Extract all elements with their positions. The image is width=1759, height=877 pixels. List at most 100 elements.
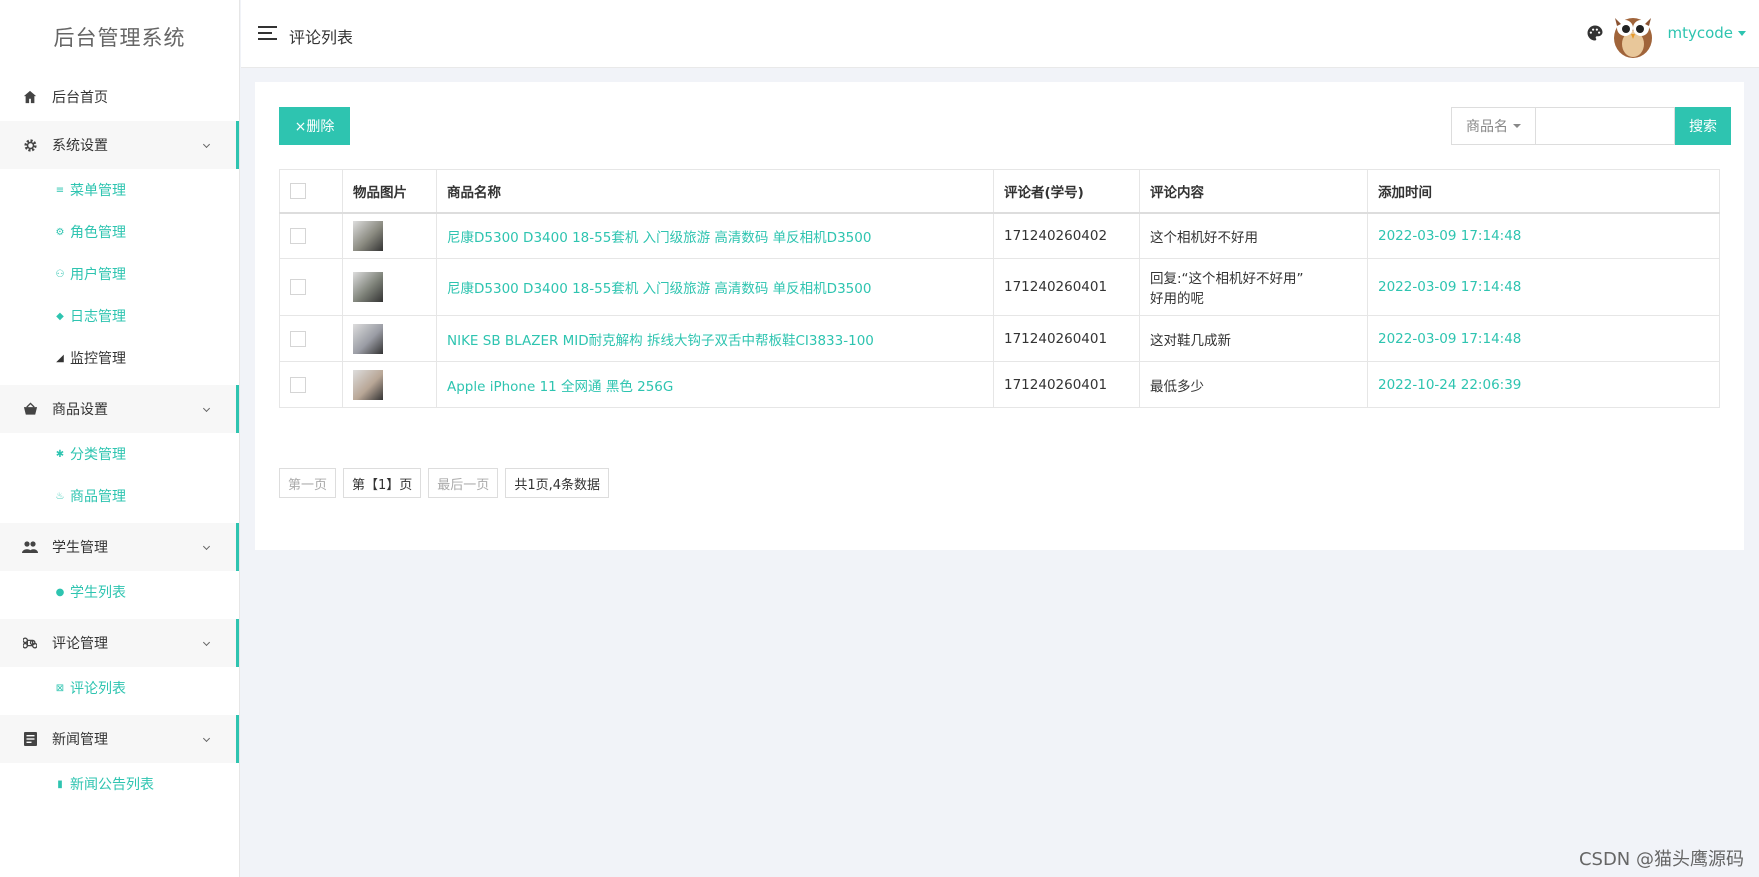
delete-button[interactable]: ×删除 (279, 107, 350, 145)
chevron-down-icon (1738, 30, 1746, 36)
row-name-cell: Apple iPhone 11 全网通 黑色 256G (436, 361, 994, 408)
select-all-checkbox[interactable] (290, 182, 306, 199)
header-content: 评论内容 (1139, 169, 1368, 213)
row-image-cell (342, 212, 437, 259)
last-page-button[interactable]: 最后一页 (428, 468, 499, 498)
row-checkbox[interactable] (290, 330, 306, 347)
sidebar: 后台管理系统 后台首页系统设置 ≡ 菜单管理 ⚙ 角色管理 ⚇ 用户管理 ◆ 日志管理 ◢ 监控管理… (0, 0, 240, 877)
sidebar-group[interactable]: 新闻管理 (0, 715, 239, 763)
row-content-cell: 这对鞋几成新 (1139, 315, 1368, 362)
row-select-cell (279, 361, 343, 408)
chevron-down-icon (202, 140, 211, 149)
student-icon: ● (55, 586, 65, 598)
header-name: 商品名称 (436, 169, 994, 213)
row-time-cell: 2022-03-09 17:14:48 (1367, 315, 1720, 362)
row-name-cell: NIKE SB BLAZER MID耐克解构 拆线大钩子双舌中帮板鞋CI3833… (436, 315, 994, 362)
row-checkbox[interactable] (290, 376, 306, 393)
sidebar-subitem[interactable]: ● 学生列表 (0, 571, 239, 613)
active-indicator (236, 619, 239, 667)
sidebar-item-label: 商品设置 (52, 402, 108, 418)
sidebar-item-label: 学生列表 (70, 585, 126, 601)
row-select-cell (279, 258, 343, 316)
row-content-cell: 这个相机好不好用 (1139, 212, 1368, 259)
active-indicator (236, 385, 239, 433)
row-commenter-cell: 171240260401 (993, 315, 1140, 362)
sidebar-item[interactable]: 后台首页 (0, 73, 239, 121)
sidebar-subitem[interactable]: ▮ 新闻公告列表 (0, 763, 239, 805)
product-name-link[interactable]: NIKE SB BLAZER MID耐克解构 拆线大钩子双舌中帮板鞋CI3833… (447, 333, 874, 349)
sidebar-subitem[interactable]: ⊠ 评论列表 (0, 667, 239, 709)
list-icon: ≡ (55, 184, 65, 196)
comment-text-line2: 好用的呢 (1150, 291, 1204, 307)
topbar: 评论列表 mtycode (241, 0, 1759, 68)
sidebar-subitem[interactable]: ◆ 日志管理 (0, 295, 239, 337)
sidebar-subitem[interactable]: ⚇ 用户管理 (0, 253, 239, 295)
sidebar-item-label: 学生管理 (52, 540, 108, 556)
page-title: 评论列表 (289, 28, 354, 47)
sidebar-group[interactable]: 评论管理 (0, 619, 239, 667)
comment-list-icon: ⊠ (55, 682, 65, 694)
search-input[interactable] (1535, 107, 1675, 145)
row-image-cell (342, 258, 437, 316)
product-thumbnail[interactable] (353, 272, 383, 302)
active-indicator (236, 715, 239, 763)
sidebar-item-label: 监控管理 (70, 351, 126, 367)
row-checkbox[interactable] (290, 227, 306, 244)
search-button[interactable]: 搜索 (1675, 107, 1731, 145)
sidebar-subitem[interactable]: ♨ 商品管理 (0, 475, 239, 517)
chevron-down-icon (202, 734, 211, 743)
comment-text: 这对鞋几成新 (1150, 332, 1231, 349)
row-name-cell: 尼康D5300 D3400 18-55套机 入门级旅游 高清数码 单反相机D35… (436, 258, 994, 316)
sidebar-item-label: 菜单管理 (70, 183, 126, 199)
chevron-down-icon (202, 638, 211, 647)
product-name-link[interactable]: 尼康D5300 D3400 18-55套机 入门级旅游 高清数码 单反相机D35… (447, 281, 871, 297)
asterisk-icon: ✱ (55, 448, 65, 460)
chevron-down-icon (1513, 124, 1521, 128)
search-field-label: 商品名 (1466, 119, 1508, 135)
sidebar-item-label: 角色管理 (70, 225, 126, 241)
row-commenter-cell: 171240260402 (993, 212, 1140, 259)
row-commenter-cell: 171240260401 (993, 361, 1140, 408)
comment-text: 这个相机好不好用 (1150, 229, 1258, 246)
row-name-cell: 尼康D5300 D3400 18-55套机 入门级旅游 高清数码 单反相机D35… (436, 212, 994, 259)
username-label: mtycode (1667, 24, 1733, 42)
sidebar-subitem[interactable]: ✱ 分类管理 (0, 433, 239, 475)
search-field-select[interactable]: 商品名 (1451, 107, 1535, 145)
avatar[interactable] (1607, 8, 1659, 60)
product-name-link[interactable]: 尼康D5300 D3400 18-55套机 入门级旅游 高清数码 单反相机D35… (447, 230, 871, 246)
palette-icon[interactable] (1586, 24, 1604, 42)
sidebar-subitem[interactable]: ◢ 监控管理 (0, 337, 239, 379)
sidebar-subitem[interactable]: ≡ 菜单管理 (0, 169, 239, 211)
table-row: Apple iPhone 11 全网通 黑色 256G 171240260401 最… (279, 361, 1720, 408)
first-page-button[interactable]: 第一页 (279, 468, 337, 498)
product-thumbnail[interactable] (353, 323, 383, 354)
page-summary: 共1页,4条数据 (505, 468, 609, 498)
header-commenter: 评论者(学号) (993, 169, 1140, 213)
row-select-cell (279, 315, 343, 362)
product-thumbnail[interactable] (353, 220, 383, 251)
brand-title: 后台管理系统 (53, 25, 186, 50)
row-checkbox[interactable] (290, 279, 306, 295)
user-menu[interactable]: mtycode (1667, 24, 1746, 42)
product-thumbnail[interactable] (353, 369, 383, 400)
sidebar-subitem[interactable]: ⚙ 角色管理 (0, 211, 239, 253)
table-header-row: 物品图片 商品名称 评论者(学号) 评论内容 添加时间 (279, 169, 1720, 213)
product-name-link[interactable]: Apple iPhone 11 全网通 黑色 256G (447, 379, 673, 395)
sidebar-group[interactable]: 系统设置 (0, 121, 239, 169)
sidebar-item-label: 评论列表 (70, 681, 126, 697)
row-select-cell (279, 212, 343, 259)
gear-icon (21, 136, 39, 154)
sidebar-item-label: 评论管理 (52, 636, 108, 652)
watermark: CSDN @猫头鹰源码 (1578, 849, 1744, 870)
menu-toggle-icon[interactable] (258, 26, 277, 40)
sidebar-group[interactable]: 商品设置 (0, 385, 239, 433)
comment-table: 物品图片 商品名称 评论者(学号) 评论内容 添加时间 尼康D5300 D340… (279, 169, 1720, 408)
sidebar-item-label: 系统设置 (52, 138, 108, 154)
users-icon: ⚇ (55, 268, 65, 280)
chevron-down-icon (202, 542, 211, 551)
monitor-icon: ◢ (56, 352, 64, 364)
sidebar-item-label: 分类管理 (70, 447, 126, 463)
students-icon (21, 538, 39, 556)
sidebar-item-label: 日志管理 (70, 309, 126, 325)
sidebar-group[interactable]: 学生管理 (0, 523, 239, 571)
